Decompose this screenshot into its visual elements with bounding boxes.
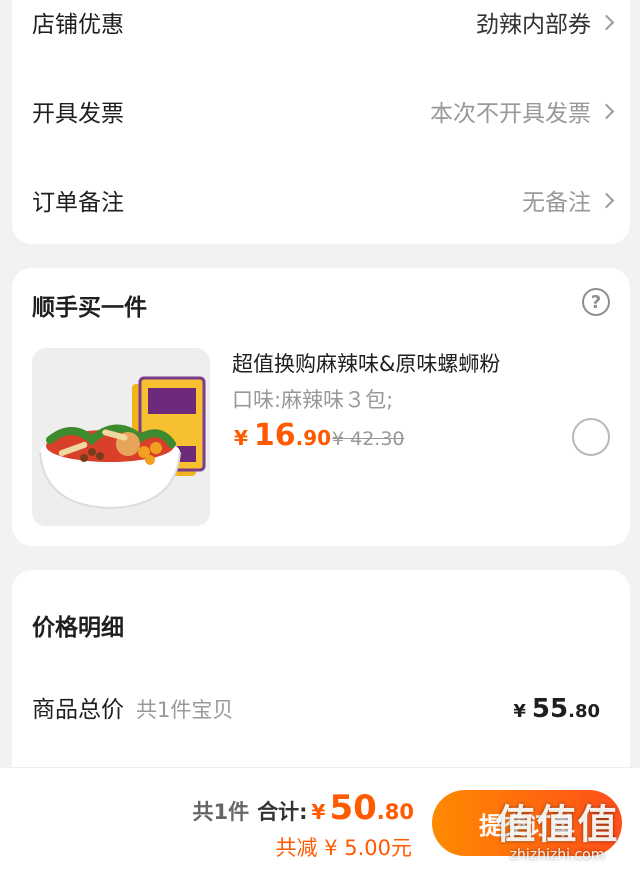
goods-total-integer: 55 [531, 694, 569, 724]
order-options-card: 店铺优惠 劲辣内部券 开具发票 本次不开具发票 订单备注 无备注 [12, 0, 630, 244]
goods-total-label-group: 商品总价 共1件宝贝 [32, 690, 233, 724]
chevron-right-icon [598, 14, 615, 30]
invoice-value-group: 本次不开具发票 [430, 94, 615, 128]
product-image[interactable] [32, 348, 210, 526]
product-spec: 口味:麻辣味３包; [232, 388, 394, 412]
goods-total-currency: ¥ [513, 701, 526, 722]
store-discount-value: 劲辣内部券 [476, 12, 591, 38]
addon-card: 顺手买一件 ? 超值换购麻辣味&原味螺蛳粉 口味:麻辣味３包; ¥ 16 .90… [12, 268, 630, 546]
total-currency: ¥ [311, 800, 326, 824]
invoice-label: 开具发票 [32, 101, 124, 127]
discount-saved: 共减 ¥ 5.00元 [275, 836, 412, 860]
noodle-bowl-image [32, 348, 210, 526]
order-total-summary: 共1件 合计: ¥ 50 .80 [193, 788, 414, 828]
total-label: 合计: [257, 800, 308, 824]
total-integer: 50 [329, 788, 377, 828]
product-price-decimal: .90 [295, 426, 332, 450]
goods-total-decimal: .80 [568, 701, 600, 722]
product-title[interactable]: 超值换购麻辣味&原味螺蛳粉 [232, 348, 500, 378]
order-note-value: 无备注 [522, 190, 591, 216]
goods-total-label: 商品总价 [32, 697, 124, 723]
price-detail-title: 价格明细 [32, 615, 124, 641]
store-discount-value-group: 劲辣内部券 [476, 5, 615, 39]
invoice-row[interactable]: 开具发票 本次不开具发票 [12, 81, 630, 141]
item-count: 共1件 [192, 800, 250, 824]
bottom-submit-bar: 共1件 合计: ¥ 50 .80 共减 ¥ 5.00元 提交订单 值值值 zhi… [0, 767, 640, 877]
total-decimal: .80 [376, 800, 414, 824]
store-discount-label: 店铺优惠 [32, 12, 124, 38]
product-original-price: ¥ 42.30 [332, 428, 405, 450]
goods-count: 共1件宝贝 [136, 698, 234, 722]
product-price-currency: ¥ [234, 426, 248, 450]
watermark-url: zhizhizhi.com [509, 847, 605, 863]
help-icon[interactable]: ? [582, 288, 610, 316]
addon-select-radio[interactable] [572, 418, 610, 456]
invoice-value: 本次不开具发票 [430, 101, 591, 127]
addon-title: 顺手买一件 [32, 295, 147, 321]
chevron-right-icon [598, 192, 615, 208]
product-price: ¥ 16 .90 [234, 418, 331, 453]
order-note-row[interactable]: 订单备注 无备注 [12, 170, 630, 230]
watermark-logo: 值值值 [495, 802, 619, 848]
product-price-integer: 16 [253, 418, 296, 453]
site-watermark: 值值值 zhizhizhi.com [482, 803, 632, 863]
chevron-right-icon [598, 103, 615, 119]
order-note-value-group: 无备注 [522, 183, 615, 217]
order-note-label: 订单备注 [32, 190, 124, 216]
store-discount-row[interactable]: 店铺优惠 劲辣内部券 [12, 0, 630, 52]
goods-total-price: ¥ 55 .80 [513, 694, 600, 724]
